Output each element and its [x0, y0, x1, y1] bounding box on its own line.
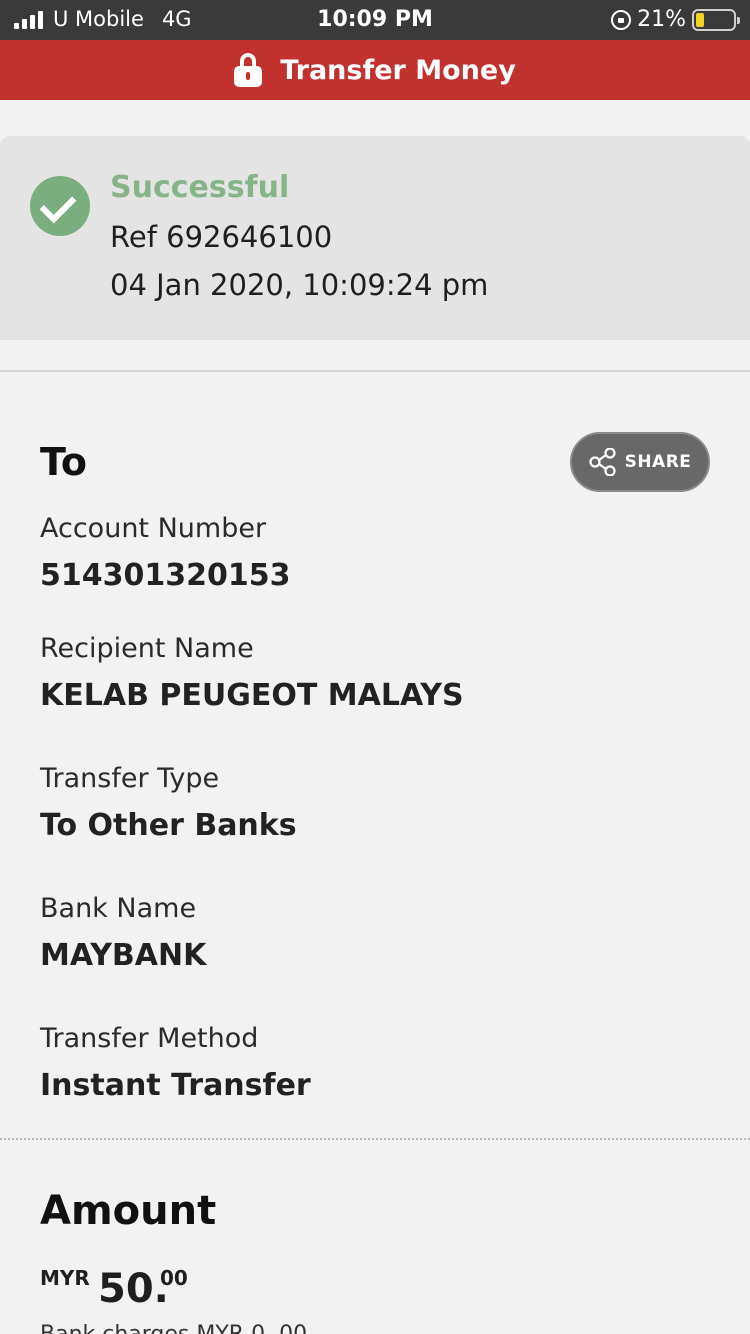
bank-name-label: Bank Name — [40, 893, 197, 924]
dotted-divider — [0, 1138, 750, 1140]
status-text: Successful — [110, 170, 290, 205]
amount-integer: 50. — [98, 1266, 169, 1312]
recipient-name-value: KELAB PEUGEOT MALAYS — [40, 678, 464, 713]
status-bar: U Mobile 4G 10:09 PM 21% — [0, 0, 750, 40]
amount-currency: MYR — [40, 1266, 90, 1290]
account-number-value: 514301320153 — [40, 558, 291, 593]
transfer-type-label: Transfer Type — [40, 763, 220, 794]
share-icon — [588, 448, 616, 476]
bank-charges: Bank charges MYR 0. 00 — [40, 1322, 307, 1334]
account-number-label: Account Number — [40, 513, 267, 544]
rotation-lock-icon — [611, 9, 632, 30]
success-check-icon — [30, 176, 90, 236]
transfer-method-label: Transfer Method — [40, 1023, 259, 1054]
share-button[interactable]: SHARE — [570, 432, 710, 492]
transaction-datetime: 04 Jan 2020, 10:09:24 pm — [110, 268, 489, 302]
page-title: Transfer Money — [280, 54, 516, 86]
amount-decimal: 00 — [160, 1266, 188, 1290]
recipient-name-label: Recipient Name — [40, 633, 254, 664]
share-label: SHARE — [624, 452, 692, 472]
divider — [0, 370, 750, 372]
to-section-title: To — [40, 440, 87, 484]
lock-icon — [234, 53, 263, 87]
bank-name-value: MAYBANK — [40, 938, 207, 973]
transfer-method-value: Instant Transfer — [40, 1068, 311, 1103]
reference-number: Ref 692646100 — [110, 220, 333, 254]
amount-section-title: Amount — [40, 1188, 217, 1234]
transfer-type-value: To Other Banks — [40, 808, 297, 843]
battery-level — [696, 12, 704, 27]
status-right: 21% — [611, 7, 740, 32]
battery-percent: 21% — [637, 7, 686, 32]
battery-icon — [692, 8, 740, 31]
app-header: Transfer Money — [0, 40, 750, 100]
